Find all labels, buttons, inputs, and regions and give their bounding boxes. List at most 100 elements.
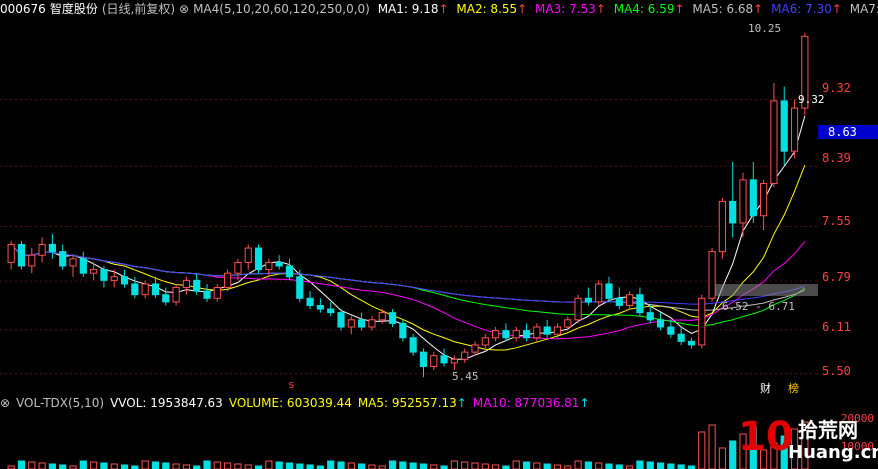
ma-line [10, 164, 806, 351]
volume-bar [729, 440, 737, 469]
volume-bar [584, 461, 592, 469]
candle-body [584, 297, 592, 303]
indicator-name[interactable]: MA4(5,10,20,60,120,250,0,0) [193, 2, 370, 16]
candle-body [337, 312, 345, 328]
ma1-label: MA1: 9.18 [377, 2, 439, 16]
volume-bar [388, 460, 397, 469]
candle-body [254, 247, 263, 271]
volume-chart[interactable] [0, 412, 818, 469]
ma3-label: MA3: 7.53 [535, 2, 596, 16]
candles-group [7, 32, 809, 378]
ma2-arrow: ↑ [517, 2, 528, 16]
vol-ma5-arrow: ↑ [456, 396, 467, 410]
candle-body [667, 326, 675, 335]
volume-bar [677, 464, 685, 469]
volume-bar [141, 460, 149, 469]
candle-body [780, 100, 788, 152]
volume-bar [481, 463, 489, 469]
volume-bar [667, 463, 675, 469]
candle-body [698, 297, 706, 346]
volume-bar [100, 462, 108, 469]
moving-average-lines [10, 115, 806, 360]
volume-header: ⊗ VOL-TDX(5,10) VVOL: 1953847.63 VOLUME: 60… [0, 394, 878, 412]
candle-body [244, 247, 252, 263]
volume-bar [461, 461, 469, 469]
volume-bar [543, 463, 551, 469]
candle-body [120, 276, 129, 285]
stock-name[interactable]: 智度股份 [50, 2, 98, 16]
ma5-label: MA5: 6.68 [692, 2, 754, 16]
candle-body [729, 200, 737, 224]
watermark-number: 10 [738, 414, 794, 460]
candle-body [564, 319, 572, 328]
chart-mode: (日线,前复权) [101, 2, 176, 16]
volume-bar [708, 424, 716, 469]
candle-body [100, 269, 108, 281]
candle-body [213, 287, 221, 299]
volume-bar [151, 461, 160, 469]
close-icon[interactable]: ⊗ [179, 2, 189, 16]
volume-bar [718, 447, 726, 469]
ma-line [10, 244, 806, 311]
candlestick-chart[interactable] [0, 18, 818, 394]
candle-body [574, 297, 582, 321]
axis-label: 6.79 [822, 270, 851, 284]
volume-bar [59, 464, 67, 469]
candle-body [739, 179, 747, 224]
candle-body [234, 261, 242, 274]
volume-bar [110, 463, 118, 469]
axis-label: 5.50 [822, 364, 851, 378]
candle-body [69, 258, 77, 267]
candle-body [296, 276, 304, 299]
volume-bar [327, 460, 335, 469]
ma5-arrow: ↑ [753, 2, 764, 16]
volume-bar [574, 460, 582, 469]
ma6-label: MA6: 7.30 [771, 2, 832, 16]
candle-body [646, 312, 654, 321]
candle-body [172, 287, 180, 303]
candle-body [79, 258, 87, 274]
candle-body [708, 251, 716, 299]
candle-body [193, 279, 201, 292]
ma4-label: MA4: 6.59 [613, 2, 675, 16]
candle-body [203, 290, 211, 299]
volume-bar [265, 460, 273, 469]
volume-value: VOLUME: 603039.44 [228, 396, 352, 410]
volume-bar [450, 460, 458, 469]
volume-bar [306, 464, 314, 469]
volume-bar [162, 462, 170, 469]
close-icon[interactable]: ⊗ [0, 396, 10, 410]
candle-body [626, 294, 634, 306]
volume-bars [7, 421, 809, 469]
axis-label: 8.39 [822, 151, 851, 165]
highlight-band [715, 284, 818, 296]
candle-body [481, 337, 489, 346]
volume-bar [172, 463, 180, 469]
volume-bar [213, 461, 221, 469]
volume-bar [471, 462, 479, 469]
candle-body [687, 340, 696, 346]
candle-body [275, 261, 283, 267]
candle-body [388, 312, 397, 324]
volume-bar [522, 461, 531, 469]
volume-bar [615, 464, 623, 469]
vol-title[interactable]: VOL-TDX(5,10) [16, 396, 104, 410]
candle-body [790, 107, 799, 152]
vol-ma5: MA5: 952557.13 [357, 396, 457, 410]
stock-code[interactable]: 000676 [0, 2, 46, 16]
volume-bar [38, 462, 46, 469]
candle-body [409, 337, 417, 353]
axis-label: 9.32 [822, 81, 851, 95]
candle-body [605, 283, 613, 299]
volume-bar [182, 464, 190, 469]
current-price-badge: 8.63 [818, 125, 878, 139]
volume-bar [79, 460, 87, 469]
volume-bar [553, 464, 562, 469]
watermark-text: 拾荒网 [798, 418, 858, 442]
candle-body [512, 330, 520, 339]
price-gridlines [0, 99, 818, 375]
chart-header: 000676 智度股份 (日线,前复权) ⊗ MA4(5,10,20,60,120,25… [0, 0, 878, 18]
candle-body [461, 351, 469, 360]
candle-body [358, 319, 366, 328]
volume-bar [430, 464, 438, 469]
